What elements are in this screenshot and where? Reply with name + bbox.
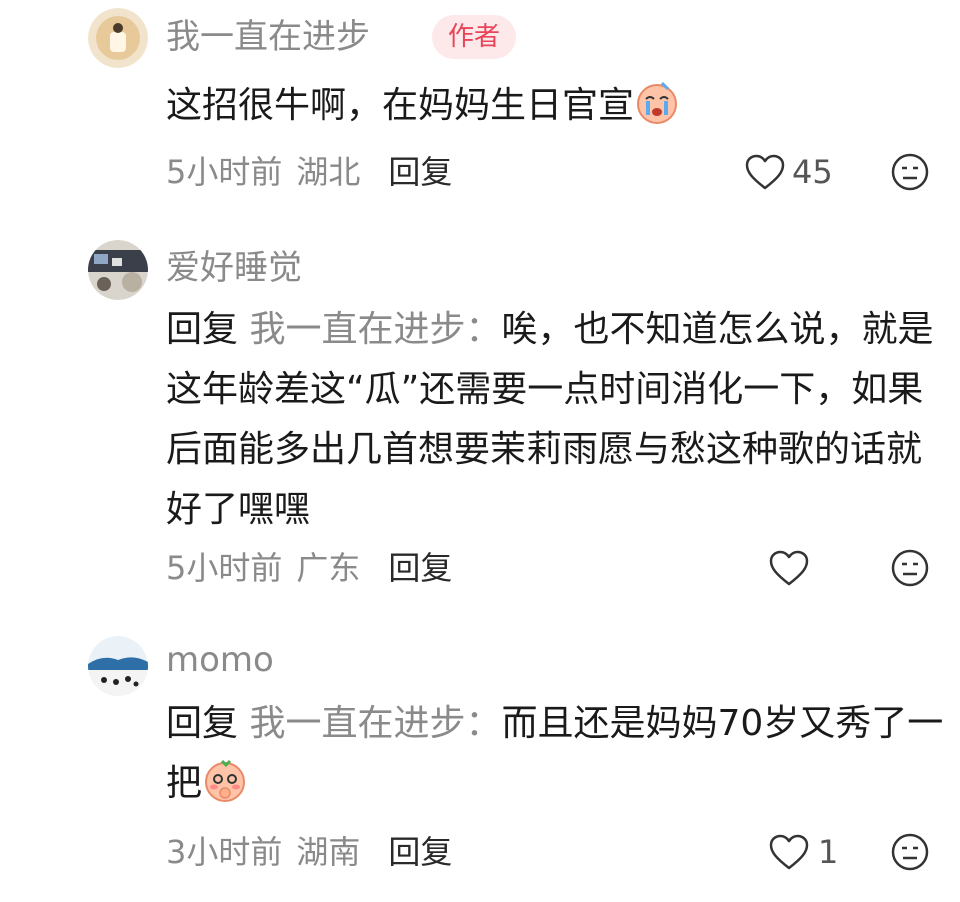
comment-text: 这招很牛啊，在妈妈生日官宣 [166,76,946,136]
reply-button[interactable]: 回复 [388,549,452,587]
comment-meta: 3小时前 湖南 回复 [166,830,452,874]
like-count: 45 [792,153,833,191]
reply-prefix: 回复 [166,703,239,744]
emoji-reaction-icon[interactable] [890,832,930,872]
timestamp: 5小时前 [166,153,283,191]
heart-icon [769,834,809,870]
timestamp: 3小时前 [166,833,283,871]
author-badge: 作者 [432,15,517,59]
location: 湖南 [296,833,361,871]
like-button[interactable]: 45 [744,150,833,194]
comment-text: 回复 我一直在进步：唉，也不知道怎么说，就是这年龄差这“瓜”还需要一点时间消化一… [166,300,946,540]
shy-face-emoji [205,759,246,802]
like-button[interactable] [768,546,810,590]
username[interactable]: 我一直在进步 [166,15,370,59]
reply-prefix: 回复 [166,309,239,350]
reply-button[interactable]: 回复 [388,153,452,191]
username[interactable]: 爱好睡觉 [166,246,302,290]
username[interactable]: momo [166,638,274,682]
heart-icon [769,550,809,586]
emoji-reaction-icon[interactable] [890,152,930,192]
reply-target[interactable]: 我一直在进步： [249,703,501,744]
like-button[interactable]: 1 [768,830,838,874]
emoji-reaction-icon[interactable] [890,548,930,588]
location: 广东 [296,549,361,587]
comment-meta: 5小时前 湖北 回复 [166,150,452,194]
timestamp: 5小时前 [166,549,283,587]
reply-target[interactable]: 我一直在进步： [249,309,501,350]
comment-text: 回复 我一直在进步：而且还是妈妈70岁又秀了一把 [166,694,946,814]
comment-body: 这招很牛啊，在妈妈生日官宣 [166,85,635,126]
like-count: 1 [818,833,839,871]
avatar[interactable] [88,240,148,300]
location: 湖北 [296,153,361,191]
avatar[interactable] [88,636,148,696]
reply-button[interactable]: 回复 [388,833,452,871]
comment-meta: 5小时前 广东 回复 [166,546,452,590]
avatar[interactable] [88,8,148,68]
crying-face-emoji [637,81,678,124]
heart-icon [745,154,785,190]
